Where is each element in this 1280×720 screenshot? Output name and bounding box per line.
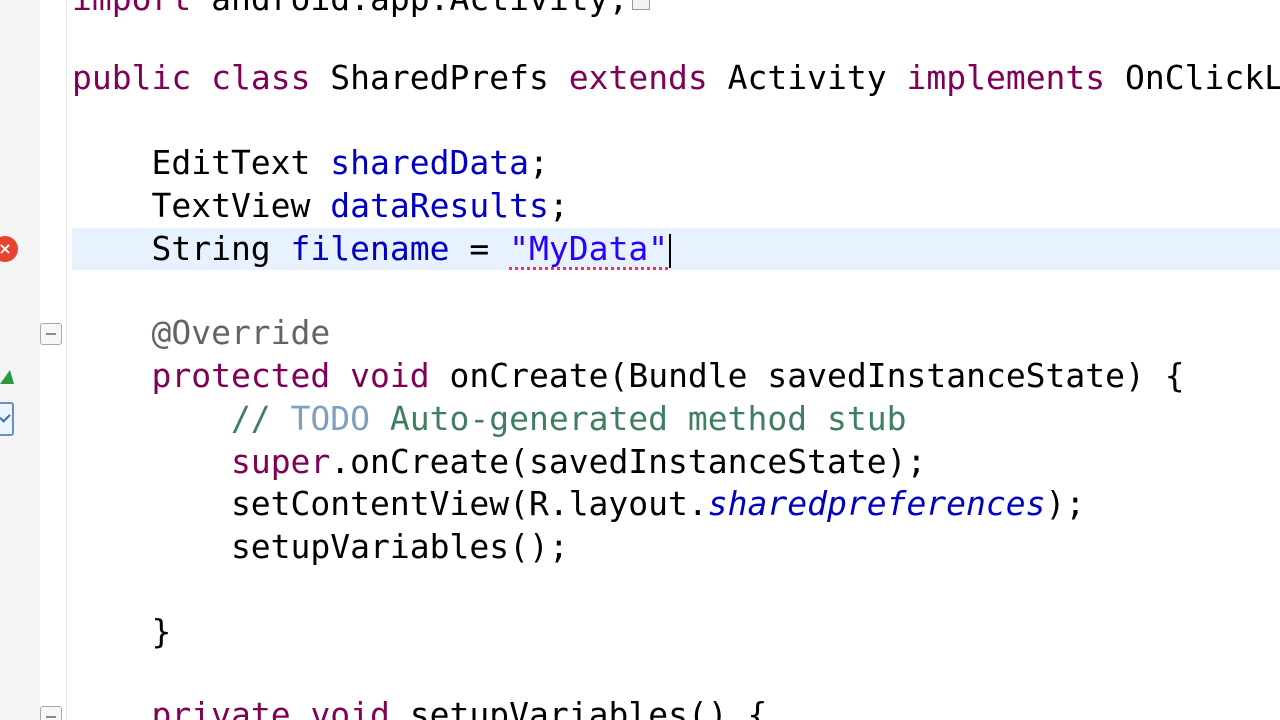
code-token: void <box>310 695 390 720</box>
code-token: EditText <box>72 143 331 182</box>
code-token: ; <box>548 186 569 225</box>
code-token: dataResults <box>330 186 549 225</box>
code-token: = <box>449 229 510 268</box>
code-token: sharedpreferences <box>707 484 1046 523</box>
code-line-comment-todo[interactable]: // TODO Auto-generated method stub <box>72 398 907 440</box>
code-line-setcontentview[interactable]: setContentView(R.layout.sharedpreference… <box>72 483 1085 525</box>
code-token: public <box>72 58 192 97</box>
code-line-import[interactable]: import android.app.Activity; <box>72 0 628 20</box>
code-token: sharedData <box>330 143 529 182</box>
code-token: android.app.Activity; <box>191 0 628 18</box>
code-line-setupvariables-call[interactable]: setupVariables(); <box>72 526 569 568</box>
code-token: TextView <box>72 186 331 225</box>
code-token: OnClickL <box>1105 58 1280 97</box>
code-line-oncreate-decl[interactable]: protected void onCreate(Bundle savedInst… <box>72 355 1185 397</box>
code-token: setupVariables() { <box>389 695 768 720</box>
code-token: class <box>211 58 311 97</box>
code-token: void <box>350 356 430 395</box>
code-token: } <box>72 612 172 651</box>
code-token: String <box>72 229 291 268</box>
code-token: "MyData" <box>509 229 669 268</box>
code-token: @Override <box>72 313 331 352</box>
code-line-field-shareddata[interactable]: EditText sharedData; <box>72 142 549 184</box>
code-token: .onCreate(savedInstanceState); <box>330 442 927 481</box>
code-line-field-filename[interactable]: String filename = "MyData" <box>72 228 1280 270</box>
code-line-field-dataresults[interactable]: TextView dataResults; <box>72 185 569 227</box>
code-token: ); <box>1045 484 1086 523</box>
code-token: protected <box>151 356 331 395</box>
override-marker-icon[interactable] <box>0 370 14 384</box>
code-editor[interactable]: import android.app.Activity; public clas… <box>0 0 1280 720</box>
code-token: setContentView(R.layout. <box>72 484 708 523</box>
code-token: Auto-generated method stub <box>370 399 907 438</box>
code-line-setupvariables-decl[interactable]: private void setupVariables() { <box>72 694 767 720</box>
code-token: import <box>72 0 191 18</box>
text-cursor <box>669 233 672 268</box>
fold-toggle-oncreate-icon[interactable] <box>40 323 62 345</box>
code-line-close-brace[interactable]: } <box>72 611 171 653</box>
code-token: extends <box>568 58 708 97</box>
code-token: onCreate(Bundle savedInstanceState) { <box>429 356 1185 395</box>
code-token: Activity <box>707 58 907 97</box>
fold-toggle-setupvariables-icon[interactable] <box>40 706 62 720</box>
code-token: filename <box>290 229 450 268</box>
task-marker-icon[interactable] <box>0 402 14 436</box>
code-token: SharedPrefs <box>310 58 569 97</box>
folded-imports-icon[interactable] <box>632 0 650 10</box>
code-token: private <box>151 695 291 720</box>
code-token: super <box>230 442 331 481</box>
code-token: implements <box>906 58 1106 97</box>
code-token: ; <box>528 143 549 182</box>
code-token: TODO <box>290 399 371 438</box>
code-line-class-decl[interactable]: public class SharedPrefs extends Activit… <box>72 57 1280 99</box>
code-line-super-call[interactable]: super.onCreate(savedInstanceState); <box>72 441 926 483</box>
code-line-annotation[interactable]: @Override <box>72 312 330 354</box>
code-token: setupVariables(); <box>72 527 569 566</box>
code-token: // <box>72 399 291 438</box>
